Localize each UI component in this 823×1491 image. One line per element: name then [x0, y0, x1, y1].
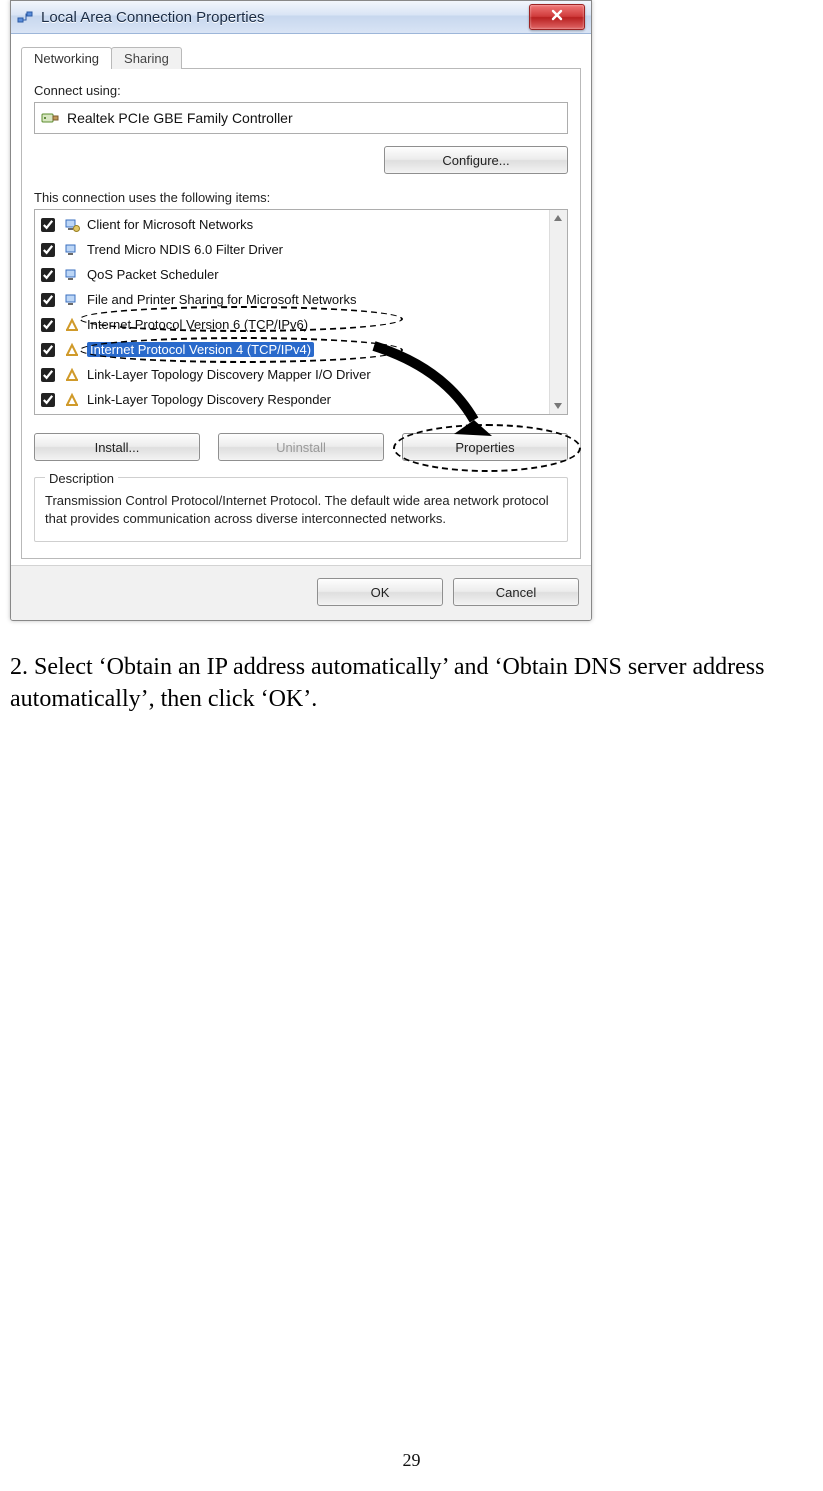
item-checkbox[interactable] — [41, 318, 55, 332]
item-label: Link-Layer Topology Discovery Mapper I/O… — [87, 367, 371, 382]
instruction-text: 2. Select ‘Obtain an IP address automati… — [10, 651, 813, 716]
item-checkbox[interactable] — [41, 393, 55, 407]
page-number: 29 — [0, 1450, 823, 1471]
description-group: Description Transmission Control Protoco… — [34, 477, 568, 542]
cancel-button[interactable]: Cancel — [453, 578, 579, 606]
item-label: Client for Microsoft Networks — [87, 217, 253, 232]
list-item[interactable]: File and Printer Sharing for Microsoft N… — [39, 287, 547, 312]
item-checkbox[interactable] — [41, 268, 55, 282]
items-listbox[interactable]: Client for Microsoft Networks Trend Micr… — [34, 209, 568, 415]
uninstall-button: Uninstall — [218, 433, 384, 461]
tab-networking[interactable]: Networking — [21, 47, 112, 69]
item-label: QoS Packet Scheduler — [87, 267, 219, 282]
tab-sharing[interactable]: Sharing — [111, 47, 182, 69]
item-label: File and Printer Sharing for Microsoft N… — [87, 292, 356, 307]
item-label: Link-Layer Topology Discovery Responder — [87, 392, 331, 407]
list-item[interactable]: QoS Packet Scheduler — [39, 262, 547, 287]
titlebar[interactable]: Local Area Connection Properties — [11, 1, 591, 34]
properties-button[interactable]: Properties — [402, 433, 568, 461]
item-label: Internet Protocol Version 6 (TCP/IPv6) — [87, 317, 308, 332]
adapter-field[interactable]: Realtek PCIe GBE Family Controller — [34, 102, 568, 134]
networking-panel: Connect using: Realtek PCIe GBE Family C… — [21, 69, 581, 559]
adapter-name: Realtek PCIe GBE Family Controller — [67, 110, 293, 126]
item-checkbox[interactable] — [41, 293, 55, 307]
configure-button[interactable]: Configure... — [384, 146, 568, 174]
properties-button-label: Properties — [455, 440, 514, 455]
items-scrollbar[interactable] — [549, 210, 567, 414]
close-icon — [550, 8, 564, 27]
list-item[interactable]: Link-Layer Topology Discovery Mapper I/O… — [39, 362, 547, 387]
protocol-icon — [63, 341, 81, 359]
description-legend: Description — [45, 471, 118, 486]
install-button[interactable]: Install... — [34, 433, 200, 461]
list-item[interactable]: Internet Protocol Version 6 (TCP/IPv6) — [39, 312, 547, 337]
protocol-icon — [63, 316, 81, 334]
dialog-button-bar: OK Cancel — [11, 565, 591, 620]
window-close-button[interactable] — [529, 4, 585, 30]
item-checkbox[interactable] — [41, 343, 55, 357]
service-icon — [63, 241, 81, 259]
item-label: Internet Protocol Version 4 (TCP/IPv4) — [87, 342, 314, 357]
list-item[interactable]: Trend Micro NDIS 6.0 Filter Driver — [39, 237, 547, 262]
window-title: Local Area Connection Properties — [37, 9, 529, 26]
client-area: Networking Sharing Connect using: Realte… — [11, 34, 591, 565]
item-checkbox[interactable] — [41, 243, 55, 257]
network-icon — [17, 9, 33, 25]
item-checkbox[interactable] — [41, 218, 55, 232]
item-label: Trend Micro NDIS 6.0 Filter Driver — [87, 242, 283, 257]
list-item-selected[interactable]: Internet Protocol Version 4 (TCP/IPv4) — [39, 337, 547, 362]
network-adapter-icon — [41, 109, 59, 127]
item-action-row: Install... Uninstall Properties — [34, 433, 568, 461]
tabstrip: Networking Sharing — [21, 42, 581, 69]
client-icon — [63, 216, 81, 234]
local-area-connection-properties-window: Local Area Connection Properties Network… — [10, 0, 592, 621]
items-label: This connection uses the following items… — [34, 190, 568, 205]
ok-button[interactable]: OK — [317, 578, 443, 606]
connect-using-label: Connect using: — [34, 83, 568, 98]
item-checkbox[interactable] — [41, 368, 55, 382]
protocol-icon — [63, 366, 81, 384]
service-icon — [63, 291, 81, 309]
protocol-icon — [63, 391, 81, 409]
description-text: Transmission Control Protocol/Internet P… — [45, 492, 557, 527]
list-item[interactable]: Client for Microsoft Networks — [39, 212, 547, 237]
list-item[interactable]: Link-Layer Topology Discovery Responder — [39, 387, 547, 412]
service-icon — [63, 266, 81, 284]
